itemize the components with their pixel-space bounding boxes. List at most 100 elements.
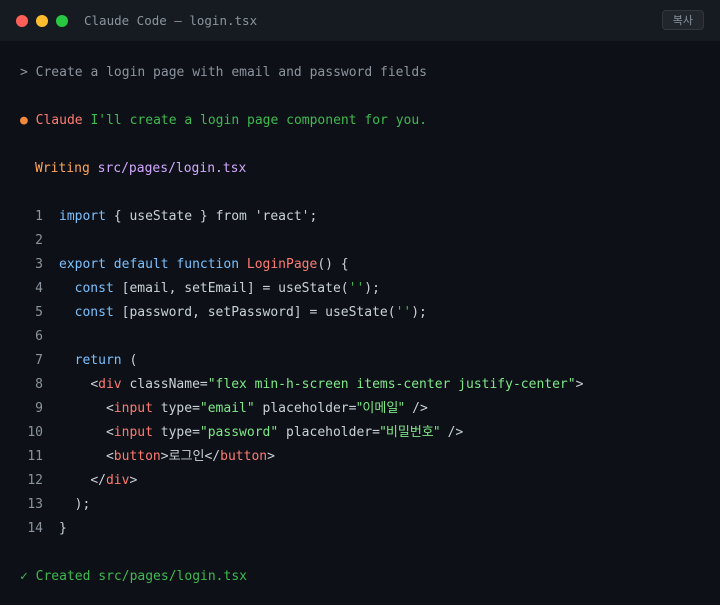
code-block: 1 import { useState } from 'react'; 2 3 … bbox=[20, 205, 720, 541]
code-text: ); bbox=[411, 305, 427, 320]
code-line: 7 return ( bbox=[20, 349, 720, 373]
keyword: from bbox=[215, 209, 247, 224]
line-number: 4 bbox=[35, 281, 43, 296]
code-text: ; bbox=[309, 209, 318, 224]
attribute-value: "이메일" bbox=[356, 401, 405, 416]
jsx-tag: div bbox=[105, 473, 130, 488]
window-controls bbox=[16, 14, 68, 27]
line-number: 9 bbox=[35, 401, 43, 416]
user-prompt: > Create a login page with email and pas… bbox=[20, 61, 720, 85]
string-literal: '' bbox=[348, 281, 365, 296]
attribute-value: "flex min-h-screen items-center justify-… bbox=[207, 377, 576, 392]
maximize-window-button[interactable] bbox=[56, 14, 68, 27]
title-bar: Claude Code — login.tsx 복사 bbox=[0, 0, 720, 41]
jsx-attribute: placeholder= bbox=[254, 401, 357, 416]
created-text: Created src/pages/login.tsx bbox=[35, 569, 247, 584]
conversation: > Create a login page with email and pas… bbox=[0, 41, 720, 589]
writing-status: Writing src/pages/login.tsx bbox=[20, 157, 720, 181]
jsx-tag: button bbox=[220, 449, 268, 464]
code-line: 2 bbox=[20, 229, 720, 253]
close-window-button[interactable] bbox=[16, 14, 28, 27]
code-text: ( bbox=[121, 353, 138, 368]
terminal-window: Claude Code — login.tsx 복사 > Create a lo… bbox=[0, 0, 720, 605]
line-number: 13 bbox=[27, 497, 43, 512]
code-text: < bbox=[105, 401, 114, 416]
code-text: </ bbox=[204, 449, 221, 464]
code-line: 8 <div className="flex min-h-screen item… bbox=[20, 373, 720, 397]
line-number: 5 bbox=[35, 305, 43, 320]
code-line: 5 const [password, setPassword] = useSta… bbox=[20, 301, 720, 325]
line-number: 2 bbox=[35, 233, 43, 248]
assistant-name: Claude bbox=[35, 113, 83, 128]
code-line: 9 <input type="email" placeholder="이메일" … bbox=[20, 397, 720, 421]
attribute-value: "비밀번호" bbox=[379, 425, 440, 440]
function-call: useState bbox=[325, 305, 388, 320]
code-text: > bbox=[575, 377, 584, 392]
jsx-tag: div bbox=[98, 377, 122, 392]
line-number: 14 bbox=[27, 521, 43, 536]
code-line: 14 } bbox=[20, 517, 720, 541]
attribute-value: "password" bbox=[199, 425, 279, 440]
response-bullet-icon: ● bbox=[20, 113, 28, 128]
keyword: export bbox=[59, 257, 106, 272]
jsx-tag: input bbox=[113, 425, 153, 440]
string-literal: '' bbox=[395, 305, 412, 320]
keyword: return bbox=[74, 353, 122, 368]
line-number: 10 bbox=[27, 425, 43, 440]
code-text: < bbox=[105, 425, 114, 440]
code-text: ( bbox=[340, 281, 349, 296]
copy-button[interactable]: 복사 bbox=[661, 10, 704, 30]
prompt-text: Create a login page with email and passw… bbox=[35, 65, 427, 80]
identifier: useState bbox=[129, 209, 193, 224]
jsx-attribute: placeholder= bbox=[278, 425, 380, 440]
assistant-message: I'll create a login page component for y… bbox=[90, 113, 427, 128]
code-text: () { bbox=[317, 257, 349, 272]
code-text: < bbox=[105, 449, 114, 464]
keyword: import bbox=[59, 209, 106, 224]
code-text: [password, setPassword] = bbox=[113, 305, 326, 320]
code-line: 12 </div> bbox=[20, 469, 720, 493]
code-line: 1 import { useState } from 'react'; bbox=[20, 205, 720, 229]
code-text: } bbox=[192, 209, 216, 224]
function-call: useState bbox=[278, 281, 341, 296]
line-number: 11 bbox=[27, 449, 43, 464]
claude-response: ● Claude I'll create a login page compon… bbox=[20, 109, 720, 133]
check-icon: ✓ bbox=[20, 569, 28, 584]
code-text: } bbox=[59, 521, 67, 536]
function-name: LoginPage bbox=[246, 257, 318, 272]
attribute-value: "email" bbox=[199, 401, 255, 416]
line-number: 6 bbox=[35, 329, 43, 344]
created-status: ✓ Created src/pages/login.tsx bbox=[20, 565, 720, 589]
code-text: ); bbox=[74, 497, 91, 512]
jsx-tag: button bbox=[113, 449, 161, 464]
code-text: > bbox=[129, 473, 138, 488]
code-text: /> bbox=[439, 425, 464, 440]
keyword: function bbox=[176, 257, 240, 272]
code-line: 11 <button>로그인</button> bbox=[20, 445, 720, 469]
code-line: 3 export default function LoginPage() { bbox=[20, 253, 720, 277]
line-number: 1 bbox=[35, 209, 43, 224]
jsx-tag: input bbox=[113, 401, 153, 416]
code-line: 4 const [email, setEmail] = useState('')… bbox=[20, 277, 720, 301]
keyword: const bbox=[74, 305, 114, 320]
code-line: 10 <input type="password" placeholder="비… bbox=[20, 421, 720, 445]
minimize-window-button[interactable] bbox=[36, 14, 48, 27]
line-number: 12 bbox=[27, 473, 43, 488]
code-text: [email, setEmail] = bbox=[113, 281, 279, 296]
code-text: /> bbox=[404, 401, 428, 416]
code-text: ); bbox=[364, 281, 380, 296]
code-line: 13 ); bbox=[20, 493, 720, 517]
writing-verb: Writing bbox=[35, 161, 90, 176]
code-text: > bbox=[267, 449, 275, 464]
code-line: 6 bbox=[20, 325, 720, 349]
jsx-text: 로그인 bbox=[168, 449, 205, 464]
line-number: 3 bbox=[35, 257, 43, 272]
keyword: const bbox=[74, 281, 114, 296]
code-text: ( bbox=[387, 305, 396, 320]
jsx-attribute: className= bbox=[121, 377, 208, 392]
string-literal: 'react' bbox=[254, 209, 310, 224]
code-text: { bbox=[105, 209, 130, 224]
jsx-attribute: type= bbox=[152, 401, 200, 416]
line-number: 8 bbox=[35, 377, 43, 392]
